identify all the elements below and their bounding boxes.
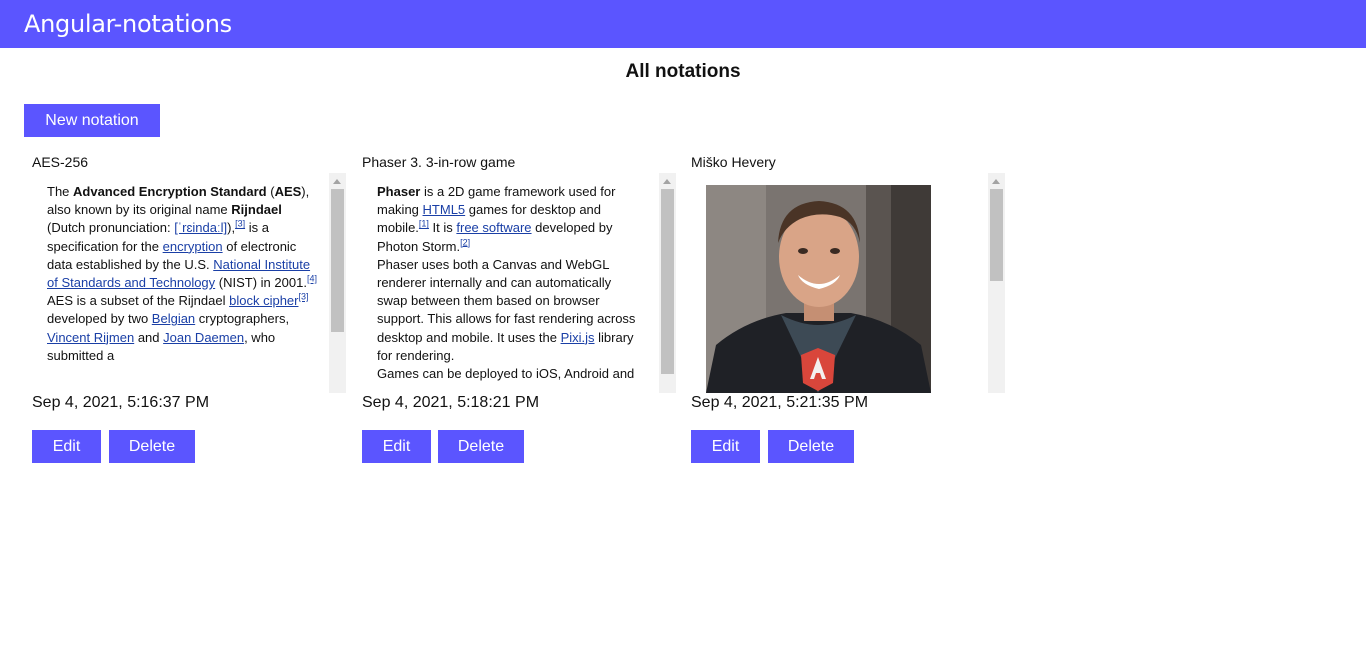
page-title: All notations [625, 61, 741, 82]
portrait-photo [706, 185, 931, 393]
scrollbar[interactable] [329, 173, 346, 393]
pixijs-link[interactable]: Pixi.js [561, 330, 595, 345]
vincent-rijmen-link[interactable]: Vincent Rijmen [47, 330, 134, 345]
app-title: Angular-notations [24, 10, 232, 38]
scroll-up-arrow-icon[interactable] [333, 179, 341, 184]
delete-button[interactable]: Delete [438, 430, 524, 463]
pronunciation-link[interactable]: [ˈrɛindaːl] [174, 220, 227, 235]
scrollbar[interactable] [659, 173, 676, 393]
free-software-link[interactable]: free software [456, 220, 531, 235]
scroll-up-arrow-icon[interactable] [663, 179, 671, 184]
citation-link[interactable]: [1] [419, 219, 429, 229]
scroll-thumb[interactable] [331, 189, 344, 332]
joan-daemen-link[interactable]: Joan Daemen [163, 330, 244, 345]
encryption-link[interactable]: encryption [163, 239, 223, 254]
notation-content[interactable]: Phaser is a 2D game framework used for m… [362, 173, 676, 393]
scroll-up-arrow-icon[interactable] [992, 179, 1000, 184]
top-app-bar: Angular-notations [0, 0, 1366, 48]
notation-date: Sep 4, 2021, 5:18:21 PM [362, 394, 540, 411]
scroll-thumb[interactable] [661, 189, 674, 374]
notation-title: Phaser 3. 3-in-row game [362, 154, 516, 170]
citation-link[interactable]: [4] [307, 274, 317, 284]
delete-button[interactable]: Delete [768, 430, 854, 463]
edit-button[interactable]: Edit [691, 430, 760, 463]
notation-content[interactable] [691, 173, 1005, 393]
new-notation-button[interactable]: New notation [24, 104, 160, 137]
notation-text: The Advanced Encryption Standard (AES), … [47, 184, 317, 363]
notation-title: AES-256 [32, 154, 89, 170]
belgian-link[interactable]: Belgian [152, 311, 195, 326]
html5-link[interactable]: HTML5 [423, 202, 466, 217]
notation-date: Sep 4, 2021, 5:16:37 PM [32, 394, 210, 411]
notation-text: Phaser is a 2D game framework used for m… [377, 184, 636, 382]
block-cipher-link[interactable]: block cipher [229, 293, 298, 308]
notation-title: Miško Hevery [691, 154, 776, 170]
citation-link[interactable]: [2] [460, 237, 470, 247]
citation-link[interactable]: [3] [298, 292, 308, 302]
scroll-thumb[interactable] [990, 189, 1003, 281]
notation-date: Sep 4, 2021, 5:21:35 PM [691, 394, 869, 411]
citation-link[interactable]: [3] [235, 219, 245, 229]
edit-button[interactable]: Edit [362, 430, 431, 463]
scrollbar[interactable] [988, 173, 1005, 393]
notation-content[interactable]: The Advanced Encryption Standard (AES), … [32, 173, 346, 393]
edit-button[interactable]: Edit [32, 430, 101, 463]
delete-button[interactable]: Delete [109, 430, 195, 463]
